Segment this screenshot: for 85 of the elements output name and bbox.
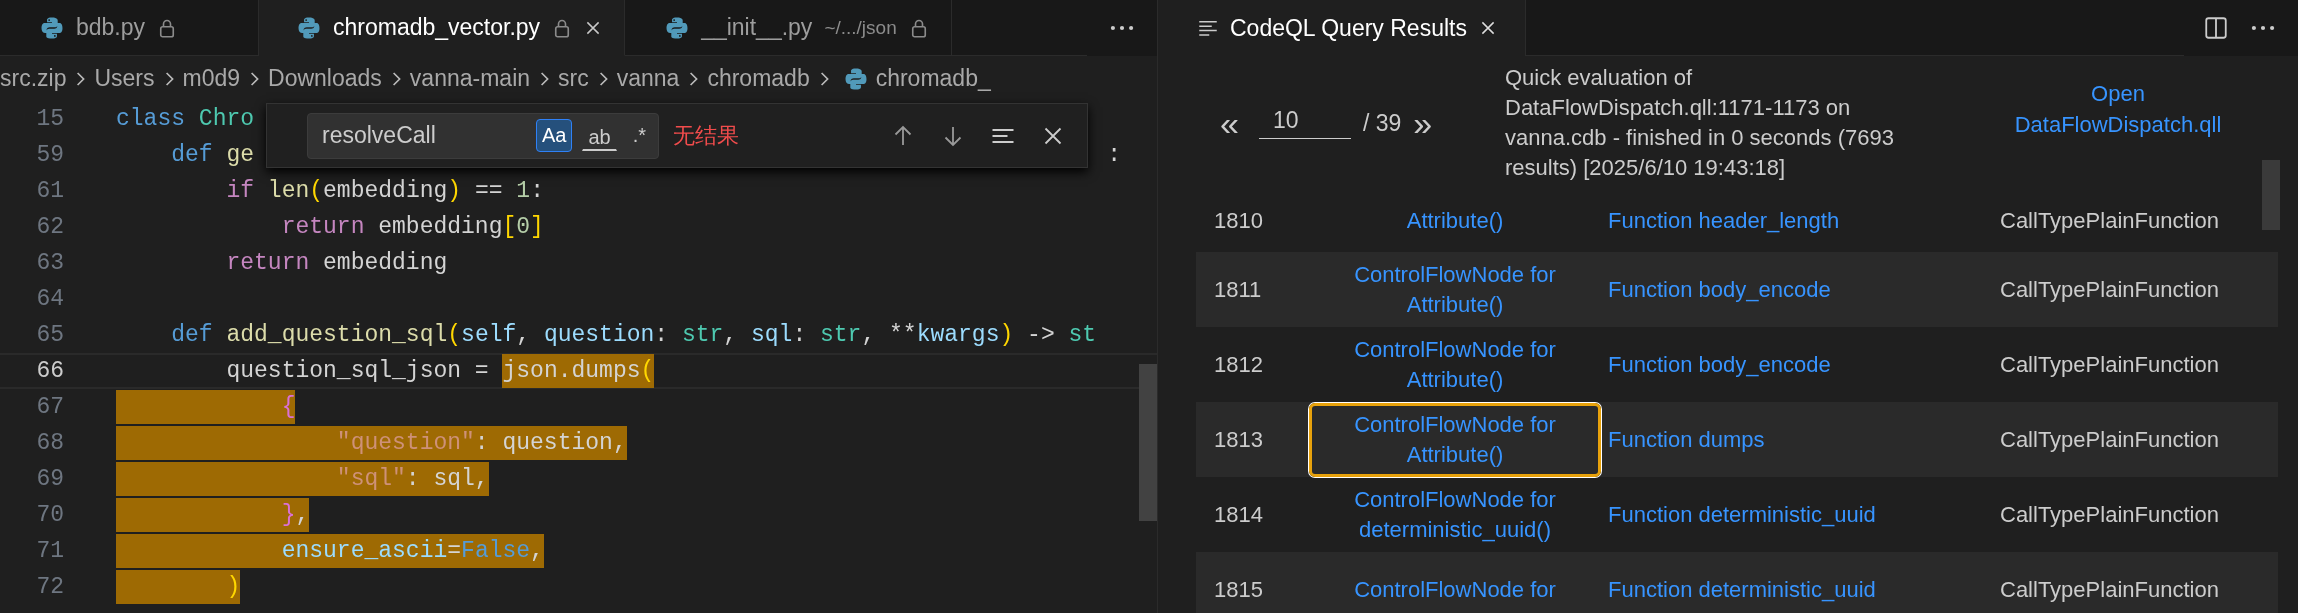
code-line: return embedding xyxy=(225,249,448,278)
breadcrumb-item[interactable]: m0d9 xyxy=(182,65,241,92)
editor-tab[interactable]: bdb.py xyxy=(0,0,259,56)
editor-tab[interactable]: __init__.py ~/.../json xyxy=(625,0,952,56)
find-status: 无结果 xyxy=(673,121,739,150)
line-number: 62 xyxy=(35,214,64,240)
line-number: 61 xyxy=(35,178,64,204)
breadcrumb-item[interactable]: Downloads xyxy=(268,65,382,92)
query-description: Quick evaluation of DataFlowDispatch.qll:1171-1173 on vanna.cdb - finished in 0 seconds (7693 results) [2025/6/10 19:43:18] xyxy=(1505,64,1895,182)
node-link[interactable]: ControlFlowNode for Attribute() xyxy=(1309,402,1601,477)
split-editor-icon[interactable] xyxy=(2204,16,2228,40)
breadcrumb-item[interactable]: vanna-main xyxy=(409,65,531,92)
call-type-cell: CallTypePlainFunction xyxy=(2000,276,2219,303)
function-link[interactable]: Function deterministic_uuid xyxy=(1608,576,2000,603)
next-page-button[interactable]: » xyxy=(1413,103,1433,143)
line-number: 64 xyxy=(35,286,64,312)
line-number: 72 xyxy=(35,574,64,600)
code-line: question_sql_json = json.dumps( xyxy=(116,355,655,387)
python-file-icon xyxy=(297,15,321,40)
code-line: class Chro xyxy=(116,105,255,134)
page-total: / 39 xyxy=(1362,109,1402,137)
breadcrumb-item[interactable]: vanna xyxy=(616,65,680,92)
list-icon xyxy=(1198,18,1218,38)
function-link[interactable]: Function body_encode xyxy=(1608,351,2000,378)
row-index: 1812 xyxy=(1213,351,1264,378)
call-type-cell: CallTypePlainFunction xyxy=(2000,208,2219,234)
breadcrumb-item[interactable]: src.zip xyxy=(0,65,67,92)
line-number: 67 xyxy=(35,394,64,420)
breadcrumb-item[interactable]: Users xyxy=(94,65,155,92)
more-icon[interactable] xyxy=(2250,24,2276,32)
call-type-cell: CallTypePlainFunction xyxy=(2000,426,2219,453)
scrollbar-thumb[interactable] xyxy=(2262,160,2280,230)
code-line: def add_question_sql(self, question: str, sql: str, **kwargs) -> st xyxy=(170,321,1097,350)
python-file-icon xyxy=(843,66,868,91)
line-number: 63 xyxy=(35,250,64,276)
line-number: 70 xyxy=(35,502,64,528)
results-tab[interactable]: CodeQL Query Results xyxy=(1158,0,1526,56)
line-number: 59 xyxy=(35,142,64,168)
find-option-toggle[interactable]: ab xyxy=(582,120,617,151)
call-type-cell: CallTypePlainFunction xyxy=(2000,501,2219,528)
row-index: 1813 xyxy=(1213,426,1264,453)
node-link[interactable]: ControlFlowNode for Attribute() xyxy=(1309,252,1601,327)
function-link[interactable]: Function dumps xyxy=(1608,426,2000,453)
breadcrumb-item[interactable]: src xyxy=(558,65,589,92)
find-option-toggle[interactable]: Aa xyxy=(535,119,573,152)
code-line: ensure_ascii=False, xyxy=(116,535,544,567)
line-number: 71 xyxy=(35,538,64,564)
row-index: 1810 xyxy=(1213,208,1264,234)
code-line: if len(embedding) == 1: xyxy=(225,177,544,206)
call-type-cell: CallTypePlainFunction xyxy=(2000,351,2219,378)
node-link[interactable]: ControlFlowNode for Attribute() xyxy=(1309,327,1601,402)
line-number: 69 xyxy=(35,466,64,492)
breadcrumb-item[interactable]: chromadb_ xyxy=(875,65,991,92)
scrollbar-thumb[interactable] xyxy=(1139,364,1157,521)
row-index: 1815 xyxy=(1213,576,1264,603)
code-line: return embedding[0] xyxy=(280,213,544,242)
function-link[interactable]: Function body_encode xyxy=(1608,276,2000,303)
node-link[interactable]: ControlFlowNode for xyxy=(1309,567,1601,612)
line-number: 66 xyxy=(35,358,64,384)
code-line: "question": question, xyxy=(116,427,627,459)
code-line: def ge xyxy=(170,141,255,170)
tab-path: ~/.../json xyxy=(824,16,897,39)
open-file-link[interactable]: Open DataFlowDispatch.qll xyxy=(1993,78,2243,140)
function-link[interactable]: Function header_length xyxy=(1608,208,2000,234)
node-link[interactable]: Attribute() xyxy=(1309,199,1601,243)
code-line: }, xyxy=(116,499,310,531)
function-link[interactable]: Function deterministic_uuid xyxy=(1608,501,2000,528)
node-link[interactable]: ControlFlowNode for deterministic_uuid() xyxy=(1309,477,1601,552)
line-number: 68 xyxy=(35,430,64,456)
call-type-cell: CallTypePlainFunction xyxy=(2000,576,2219,603)
python-file-icon xyxy=(40,15,64,40)
python-file-icon xyxy=(665,15,690,40)
editor-tab[interactable]: chromadb_vector.py xyxy=(259,0,626,56)
line-number: 15 xyxy=(35,106,64,132)
row-index: 1811 xyxy=(1213,276,1263,303)
page-input[interactable]: 10 xyxy=(1258,107,1351,139)
line-number: 65 xyxy=(35,322,64,348)
find-option-toggle[interactable]: .* xyxy=(626,119,652,152)
previous-page-button[interactable]: « xyxy=(1220,103,1239,143)
find-input[interactable]: resolveCall Aa ab .* xyxy=(307,112,659,159)
code-text: : xyxy=(1107,142,1121,168)
breadcrumb-item[interactable]: chromadb xyxy=(707,65,810,92)
row-index: 1814 xyxy=(1213,501,1264,528)
code-line: "sql": sql, xyxy=(116,463,489,495)
more-icon[interactable] xyxy=(1109,24,1135,32)
